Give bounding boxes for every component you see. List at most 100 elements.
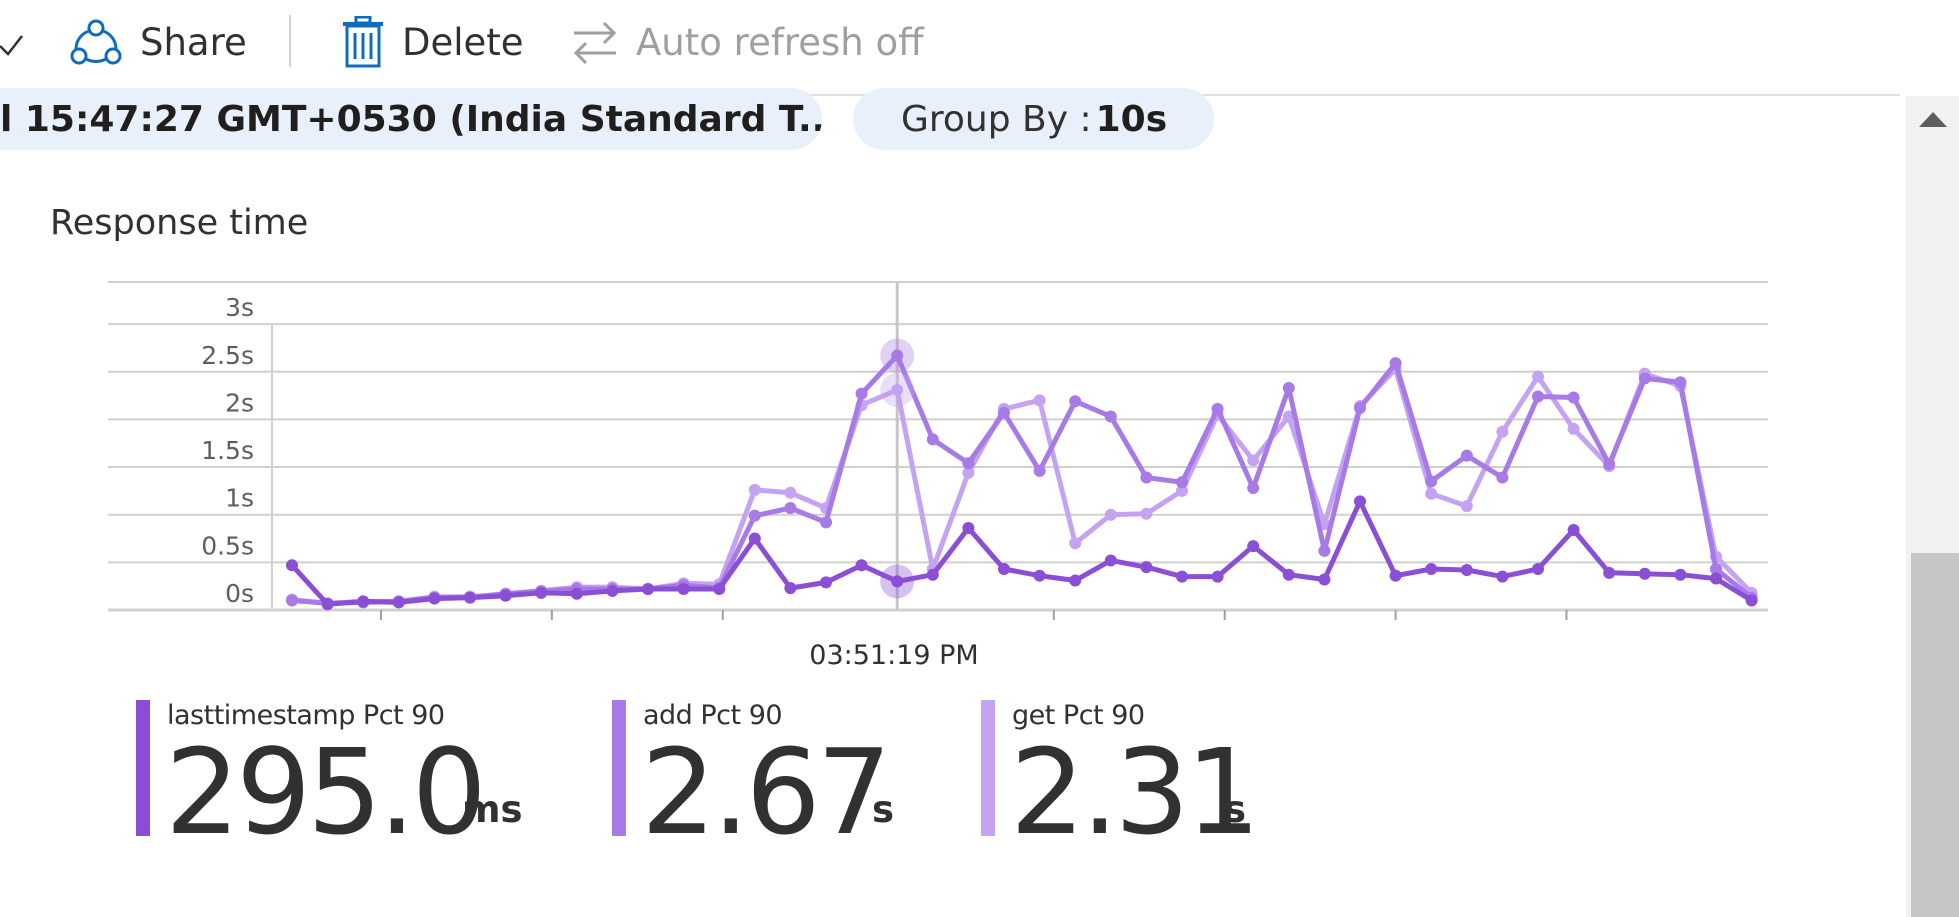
data-point xyxy=(1567,391,1580,404)
response-time-chart[interactable]: 0s 0.5s 1s 1.5s 2s 2.5s 3s xyxy=(0,270,1800,630)
data-point xyxy=(357,595,370,608)
legend-series-unit: ms xyxy=(462,788,523,831)
data-point xyxy=(1104,554,1117,567)
data-point xyxy=(855,559,868,572)
data-point xyxy=(1745,594,1758,607)
legend-series-unit: s xyxy=(1224,788,1247,831)
data-point xyxy=(998,406,1010,419)
data-point xyxy=(1069,574,1082,587)
data-point xyxy=(1069,395,1082,408)
data-point xyxy=(1460,563,1473,576)
data-point xyxy=(820,576,832,589)
hover-point-halo xyxy=(880,338,915,373)
data-point xyxy=(286,559,298,572)
data-point xyxy=(1532,563,1544,576)
legend-series-unit: s xyxy=(872,788,895,831)
group-by-pill[interactable]: Group By : 10s xyxy=(853,88,1214,150)
refresh-arrows-icon xyxy=(573,21,617,65)
data-point xyxy=(784,502,797,515)
data-point xyxy=(784,486,797,499)
data-point xyxy=(1033,394,1046,407)
data-point xyxy=(1211,402,1224,415)
data-point xyxy=(286,594,298,607)
data-point xyxy=(1496,425,1509,438)
data-point xyxy=(570,587,583,600)
data-point xyxy=(1176,570,1188,583)
data-point xyxy=(1140,507,1153,520)
data-point xyxy=(1140,471,1153,484)
data-point xyxy=(1033,464,1046,477)
y-tick-label: 1.5s xyxy=(201,436,254,465)
data-point xyxy=(1069,537,1082,550)
hover-point-halo xyxy=(880,564,915,599)
data-point xyxy=(1247,540,1260,553)
data-point xyxy=(1532,390,1544,403)
legend-series-value: 2.67 xyxy=(641,723,892,861)
data-point xyxy=(1318,544,1331,557)
data-point xyxy=(1567,523,1580,536)
data-point xyxy=(464,591,476,604)
data-point xyxy=(1140,561,1153,574)
checkmark-icon[interactable] xyxy=(0,0,26,84)
data-point xyxy=(1247,454,1260,467)
data-point xyxy=(1674,568,1687,581)
data-point xyxy=(962,522,975,535)
scrollbar-thumb[interactable] xyxy=(1911,553,1959,917)
data-point xyxy=(1104,410,1117,423)
y-tick-label: 2.5s xyxy=(201,341,254,370)
data-point xyxy=(1710,572,1722,585)
y-tick-label: 1s xyxy=(225,484,254,513)
data-point xyxy=(998,563,1010,576)
auto-refresh-button[interactable]: Auto refresh off xyxy=(572,0,924,84)
x-axis-tick-label: 03:51:19 PM xyxy=(809,640,979,671)
data-point xyxy=(1567,422,1580,435)
command-bar: Share Delete Auto refresh off xyxy=(0,0,1900,96)
data-point xyxy=(1033,569,1046,582)
scroll-up-arrow-icon[interactable] xyxy=(1919,112,1947,127)
data-point xyxy=(1247,482,1260,495)
data-point xyxy=(1496,570,1509,583)
data-point xyxy=(1211,570,1224,583)
data-point xyxy=(392,596,405,609)
data-point xyxy=(1460,449,1473,462)
legend-color-bar xyxy=(136,700,150,836)
data-point xyxy=(1674,376,1687,389)
legend-series-value: 2.31 xyxy=(1010,723,1261,861)
data-point xyxy=(962,457,975,470)
data-point xyxy=(321,598,334,611)
data-point xyxy=(1389,569,1402,582)
hover-point-halo xyxy=(880,372,915,407)
data-point xyxy=(1425,487,1438,500)
data-point xyxy=(1176,476,1188,489)
data-point xyxy=(1603,566,1616,579)
legend-series-value: 295.0 xyxy=(165,723,487,861)
y-tick-label: 0s xyxy=(225,579,254,608)
time-range-pill[interactable]: l 15:47:27 GMT+0530 (India Standard T... xyxy=(0,88,822,150)
delete-button[interactable]: Delete xyxy=(342,0,524,84)
data-point xyxy=(1496,471,1509,484)
chart-title: Response time xyxy=(50,203,309,243)
data-point xyxy=(1425,475,1438,488)
group-by-label: Group By : xyxy=(901,98,1092,140)
legend-color-bar xyxy=(612,700,626,836)
data-point xyxy=(926,568,939,581)
data-point xyxy=(713,583,726,596)
series-line xyxy=(291,353,1754,606)
data-point xyxy=(748,532,761,545)
share-label: Share xyxy=(140,20,247,64)
trash-icon xyxy=(343,16,383,68)
data-point xyxy=(1460,500,1473,513)
delete-label: Delete xyxy=(402,20,524,64)
data-point xyxy=(677,583,690,596)
data-point xyxy=(1389,357,1402,370)
data-point xyxy=(748,483,761,496)
share-icon xyxy=(70,19,122,65)
time-range-text: l 15:47:27 GMT+0530 (India Standard T... xyxy=(0,98,822,140)
data-point xyxy=(1104,508,1117,521)
share-button[interactable]: Share xyxy=(70,0,247,84)
data-point xyxy=(784,582,797,595)
data-point xyxy=(820,516,832,529)
auto-refresh-label: Auto refresh off xyxy=(636,20,924,64)
data-point xyxy=(535,586,548,599)
data-point xyxy=(1638,372,1651,385)
